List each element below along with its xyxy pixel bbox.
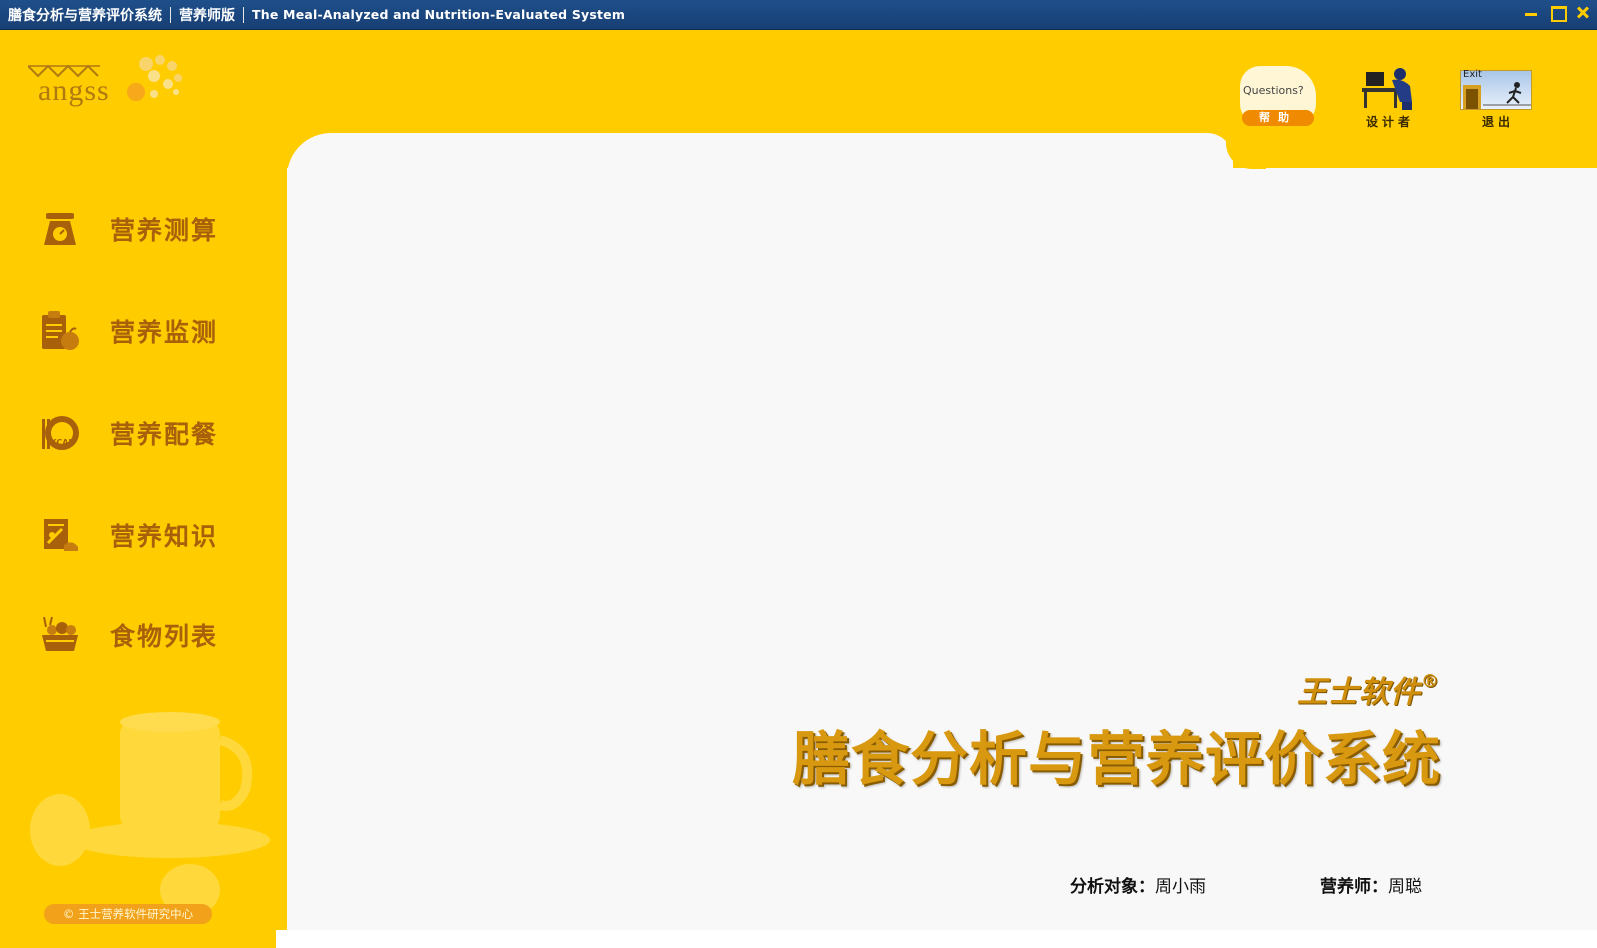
food-basket-icon (36, 612, 84, 658)
maximize-icon[interactable] (1549, 4, 1567, 22)
analysis-subject: 分析对象：周小雨 (1070, 872, 1206, 897)
window-edition: 营养师版 (179, 7, 235, 24)
window-titlebar: 膳食分析与营养评价系统 营养师版 The Meal-Analyzed and N… (0, 0, 1597, 30)
nav-nutrition-knowledge[interactable]: 营养知识 (36, 510, 266, 560)
help-caption: Questions? (1243, 84, 1304, 97)
nav-label: 营养配餐 (110, 420, 219, 449)
nav-label: 食物列表 (110, 622, 219, 651)
svg-text:KCAL: KCAL (51, 438, 74, 447)
subject-value: 周小雨 (1155, 877, 1206, 897)
minimize-icon[interactable] (1523, 4, 1539, 20)
nav-meal-planning[interactable]: KCAL 营养配餐 (36, 408, 266, 458)
dietitian-label: 营养师： (1320, 877, 1388, 897)
nav-nutrition-monitor[interactable]: 营养监测 (36, 306, 266, 356)
nav-food-list[interactable]: 食物列表 (36, 610, 266, 660)
designer-label: 设计者 (1365, 115, 1414, 129)
nav-label: 营养监测 (110, 318, 219, 347)
company-logo: angss (27, 52, 198, 112)
registered-mark: ® (1421, 671, 1440, 692)
clipboard-apple-icon (36, 308, 84, 354)
close-icon[interactable] (1575, 4, 1591, 20)
dietitian-value: 周聪 (1388, 877, 1422, 897)
window-controls (1523, 4, 1591, 22)
milk-cup-decoration-icon (30, 712, 270, 910)
exit-button[interactable]: Exit 退出 (1458, 66, 1538, 130)
running-man-icon (1463, 82, 1531, 109)
copyright-badge: © 王士营养软件研究中心 (44, 904, 212, 924)
help-button[interactable]: Questions? 帮助 (1240, 66, 1320, 130)
window-title: 膳食分析与营养评价系统 (8, 7, 162, 24)
kcal-meal-icon: KCAL (36, 410, 84, 456)
dietitian-info: 营养师：周聪 (1320, 872, 1422, 897)
subject-label: 分析对象： (1070, 877, 1155, 897)
main-panel (287, 168, 1597, 930)
system-title: 膳食分析与营养评价系统 (791, 725, 1441, 793)
exit-door-icon: Exit (1460, 69, 1532, 110)
logo-text: angss (38, 74, 110, 107)
brand-name: 王士软件® (1297, 667, 1440, 711)
title-separator (170, 6, 171, 23)
book-knowledge-icon (36, 512, 84, 558)
title-separator (243, 6, 244, 23)
bottom-strip (276, 930, 1597, 948)
exit-label: 退出 (1481, 115, 1514, 129)
nav-label: 营养知识 (110, 522, 219, 551)
nav-nutrition-calc[interactable]: 营养测算 (36, 204, 266, 254)
scale-icon (36, 206, 84, 252)
brand-text: 王士软件 (1297, 675, 1421, 710)
designer-at-desk-icon (1362, 68, 1412, 110)
help-label: 帮助 (1242, 110, 1314, 126)
nav-label: 营养测算 (110, 216, 219, 245)
window-english-title: The Meal-Analyzed and Nutrition-Evaluate… (252, 7, 626, 22)
designer-button[interactable]: 设计者 (1350, 66, 1430, 130)
